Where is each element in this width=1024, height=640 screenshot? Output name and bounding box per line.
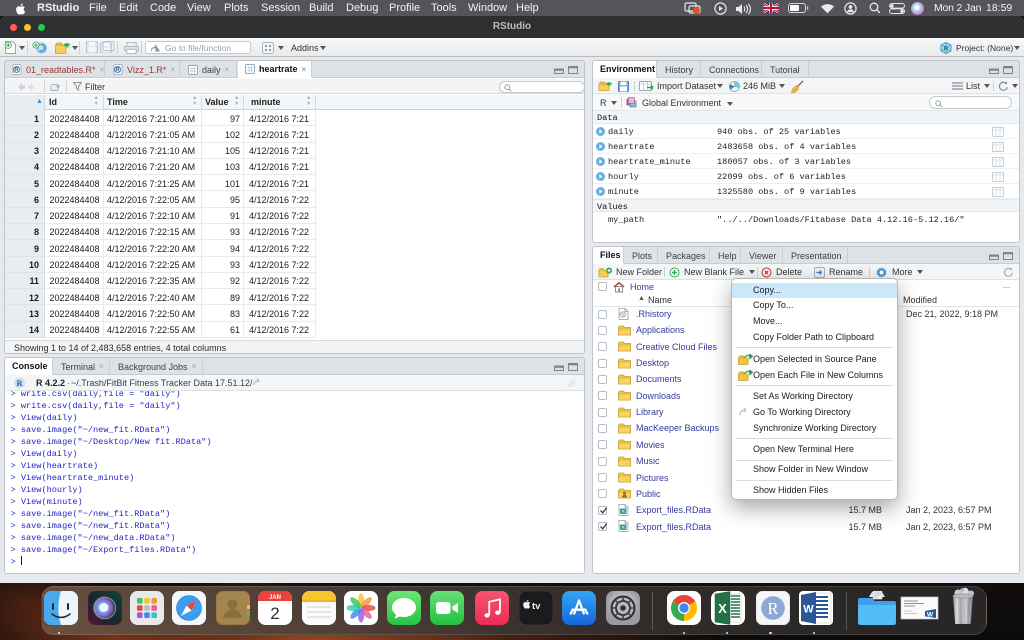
- svg-text:R: R: [944, 46, 949, 52]
- svg-text:R: R: [16, 379, 23, 388]
- svg-text:R: R: [14, 68, 19, 74]
- svg-text:R: R: [39, 45, 44, 52]
- svg-text:R: R: [115, 68, 120, 74]
